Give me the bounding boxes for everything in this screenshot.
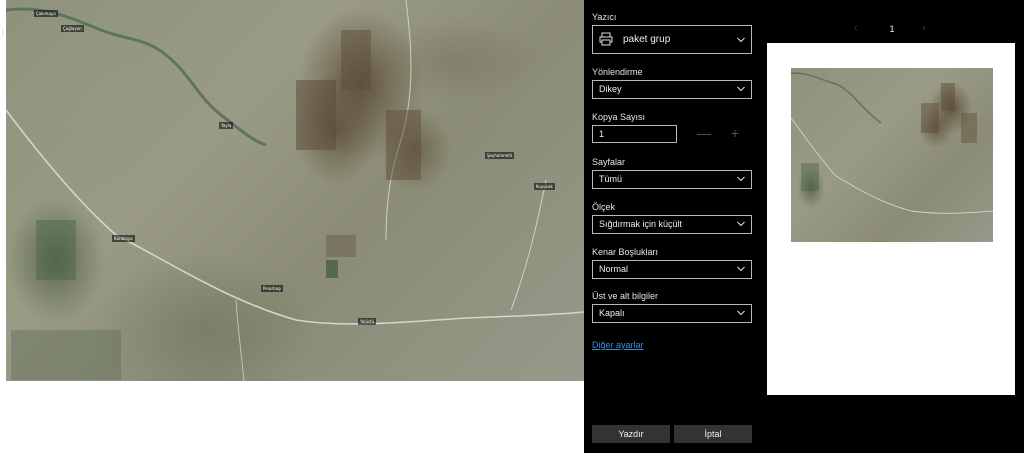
print-preview-page <box>767 43 1015 395</box>
headers-footers-label: Üst ve alt bilgiler <box>592 291 659 301</box>
satellite-map[interactable]: Çakırkaya Çağlayan Yayla Şeyhahmetli Kar… <box>6 0 584 381</box>
chevron-down-icon <box>737 266 745 272</box>
printer-label: Yazıcı <box>592 12 617 22</box>
copies-label: Kopya Sayısı <box>592 112 646 122</box>
map-place-label: Yayla <box>219 122 234 129</box>
printer-name: paket grup <box>623 34 671 45</box>
scale-value: Sığdırmak için küçült <box>599 219 683 229</box>
map-place-label: Çağlayan <box>61 25 84 32</box>
margins-value: Normal <box>599 264 629 274</box>
print-dialog: Yazıcı paket grup Yönlendirme Dikey Kopy… <box>584 0 1024 453</box>
chevron-down-icon <box>737 221 745 227</box>
chevron-down-icon <box>737 310 745 316</box>
chevron-right-icon[interactable]: › <box>922 22 926 34</box>
margins-label: Kenar Boşlukları <box>592 247 659 257</box>
preview-map-features <box>791 72 993 214</box>
scale-select[interactable]: Sığdırmak için küçült <box>592 215 752 234</box>
map-place-label: Çakırkaya <box>34 10 58 17</box>
print-button[interactable]: Yazdır <box>592 425 670 443</box>
map-features <box>6 0 584 381</box>
copies-increment-button[interactable]: + <box>728 126 742 140</box>
headers-footers-value: Kapalı <box>599 308 625 318</box>
margins-select[interactable]: Normal <box>592 260 752 279</box>
orientation-value: Dikey <box>599 84 622 94</box>
chevron-left-icon[interactable]: ‹ <box>854 22 858 34</box>
scale-label: Ölçek <box>592 202 616 212</box>
orientation-select[interactable]: Dikey <box>592 80 752 99</box>
chevron-down-icon <box>737 176 745 182</box>
map-place-label: Yolüstü <box>358 318 377 325</box>
headers-footers-select[interactable]: Kapalı <box>592 304 752 323</box>
orientation-label: Yönlendirme <box>592 67 643 77</box>
cancel-button[interactable]: İptal <box>674 425 752 443</box>
copies-decrement-button[interactable]: — <box>697 126 711 140</box>
copies-input[interactable]: 1 <box>592 125 677 143</box>
pages-select[interactable]: Tümü <box>592 170 752 189</box>
printer-icon <box>599 32 613 46</box>
chevron-down-icon <box>737 86 745 92</box>
map-place-label: Kuyucak <box>534 183 555 190</box>
page-navigator: ‹ 1 › <box>854 22 934 38</box>
pages-label: Sayfalar <box>592 157 626 167</box>
printer-select[interactable]: paket grup <box>592 25 752 54</box>
more-settings-link[interactable]: Diğer ayarlar <box>592 340 644 350</box>
chevron-down-icon <box>737 37 745 43</box>
map-place-label: Karakaya <box>112 235 135 242</box>
page-number: 1 <box>889 24 895 34</box>
map-place-label: Pınarbaşı <box>261 285 284 292</box>
preview-map-thumbnail <box>791 68 993 242</box>
map-place-label: Şeyhahmetli <box>485 152 515 159</box>
pages-value: Tümü <box>599 174 623 184</box>
